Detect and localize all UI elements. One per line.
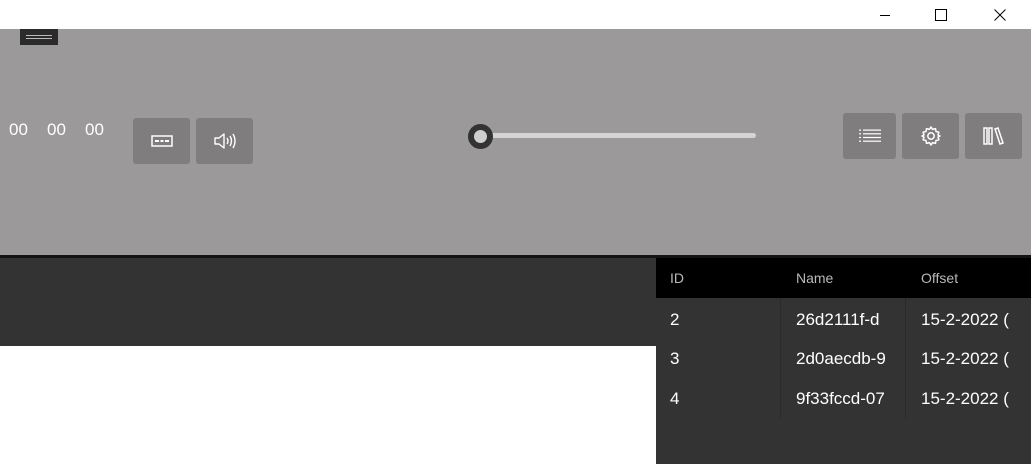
cell-name: 2d0aecdb-9	[796, 349, 886, 368]
minimize-button[interactable]	[862, 0, 908, 29]
close-icon	[994, 8, 1006, 21]
settings-button[interactable]	[902, 113, 959, 159]
library-button[interactable]	[965, 113, 1022, 159]
cell-offset: 15-2-2022 (	[921, 349, 1009, 368]
cell-offset: 15-2-2022 (	[921, 389, 1009, 408]
maximize-button[interactable]	[918, 0, 964, 29]
cell-name: 9f33fccd-07	[796, 389, 885, 408]
playlist-button[interactable]	[843, 113, 896, 159]
seek-slider-thumb[interactable]	[467, 124, 493, 149]
volume-button[interactable]	[196, 118, 253, 164]
cell-name: 26d2111f-d	[796, 310, 880, 329]
column-header-id[interactable]: ID	[670, 258, 684, 298]
grid-header: ID Name Offset	[656, 258, 1031, 298]
title-bar	[0, 0, 1031, 29]
volume-icon	[213, 133, 236, 149]
gear-icon	[920, 126, 941, 146]
cell-id: 3	[670, 349, 680, 368]
timecode-hours: 00	[9, 120, 28, 139]
cell-id: 2	[670, 310, 680, 329]
minimize-icon	[880, 14, 890, 16]
subtitles-icon	[150, 135, 173, 147]
cell-id: 4	[670, 389, 680, 408]
subtitles-button[interactable]	[133, 118, 190, 164]
close-button[interactable]	[977, 0, 1023, 29]
table-row[interactable]: 3 2d0aecdb-9 15-2-2022 (	[656, 339, 1031, 379]
column-header-name[interactable]: Name	[796, 258, 833, 298]
maximize-icon	[935, 8, 947, 21]
list-icon	[858, 129, 881, 142]
column-header-offset[interactable]: Offset	[921, 258, 958, 298]
video-panel	[0, 258, 656, 346]
timecode-minutes: 00	[47, 120, 66, 139]
hamburger-menu-icon	[26, 35, 52, 39]
table-row[interactable]: 2 26d2111f-d 15-2-2022 (	[656, 300, 1031, 340]
timecode-seconds: 00	[85, 120, 104, 139]
cell-offset: 15-2-2022 (	[921, 310, 1009, 329]
subtitle-grid: ID Name Offset 2 26d2111f-d 15-2-2022 ( …	[656, 258, 1031, 464]
library-icon	[982, 127, 1004, 145]
seek-slider-track[interactable]	[480, 133, 756, 138]
table-row[interactable]: 4 9f33fccd-07 15-2-2022 (	[656, 379, 1031, 419]
menu-button[interactable]	[20, 29, 58, 45]
